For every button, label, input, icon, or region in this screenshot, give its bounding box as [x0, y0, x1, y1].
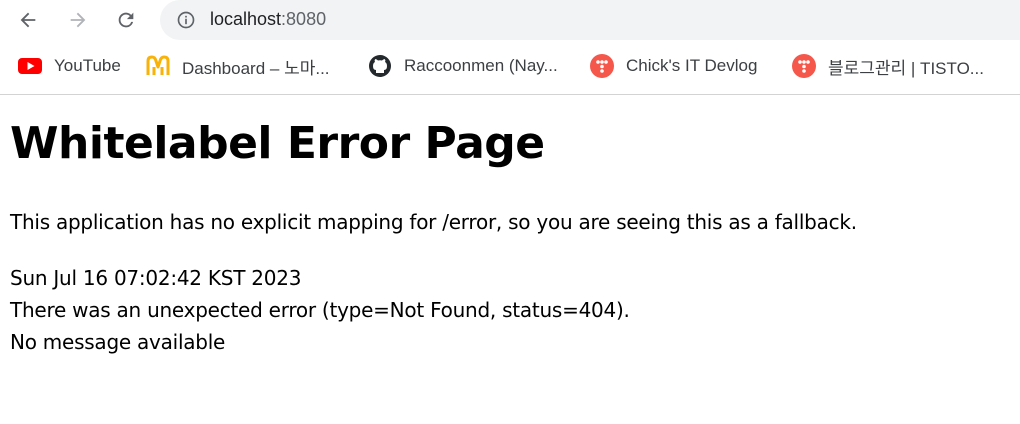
- error-status: There was an unexpected error (type=Not …: [10, 298, 630, 322]
- error-details: Sun Jul 16 07:02:42 KST 2023 There was a…: [10, 262, 630, 358]
- address-bar[interactable]: localhost:8080: [160, 0, 1020, 40]
- bookmark-github[interactable]: Raccoonmen (Nay...: [368, 46, 558, 86]
- page-title: Whitelabel Error Page: [10, 118, 545, 169]
- reload-button[interactable]: [110, 4, 142, 36]
- bookmark-label: Dashboard – 노마...: [182, 58, 330, 78]
- url-port: :8080: [281, 9, 327, 29]
- bookmarks-bar: YouTube Dashboard – 노마... Raccoonmen (Na…: [0, 46, 1020, 86]
- arrow-forward-icon: [70, 12, 86, 28]
- bookmark-label: YouTube: [54, 56, 121, 75]
- github-icon: [368, 54, 392, 78]
- youtube-icon: [18, 54, 42, 78]
- nomad-logo-icon: [146, 54, 170, 78]
- url-text[interactable]: localhost:8080: [210, 9, 326, 30]
- bookmark-dashboard[interactable]: Dashboard – 노마...: [146, 46, 330, 86]
- bookmark-chicks-devlog[interactable]: Chick's IT Devlog: [590, 46, 757, 86]
- error-description: This application has no explicit mapping…: [10, 210, 857, 234]
- tistory-icon: [590, 54, 614, 78]
- bookmark-label: Chick's IT Devlog: [626, 56, 758, 75]
- forward-button[interactable]: [62, 4, 94, 36]
- toolbar-divider: [0, 94, 1020, 95]
- url-host: localhost: [210, 9, 282, 29]
- bookmark-label: Raccoonmen (Nay...: [404, 56, 558, 75]
- browser-toolbar: localhost:8080: [0, 0, 1020, 40]
- bookmark-label: 블로그관리 | TISTO...: [828, 58, 984, 78]
- error-message: No message available: [10, 330, 226, 354]
- arrow-back-icon: [20, 12, 36, 28]
- info-icon[interactable]: [176, 10, 196, 30]
- bookmark-tistory-admin[interactable]: 블로그관리 | TISTO...: [792, 46, 984, 86]
- reload-icon: [118, 12, 134, 28]
- tistory-icon: [792, 54, 816, 78]
- bookmark-youtube[interactable]: YouTube: [18, 46, 121, 86]
- back-button[interactable]: [12, 4, 44, 36]
- error-timestamp: Sun Jul 16 07:02:42 KST 2023: [10, 266, 302, 290]
